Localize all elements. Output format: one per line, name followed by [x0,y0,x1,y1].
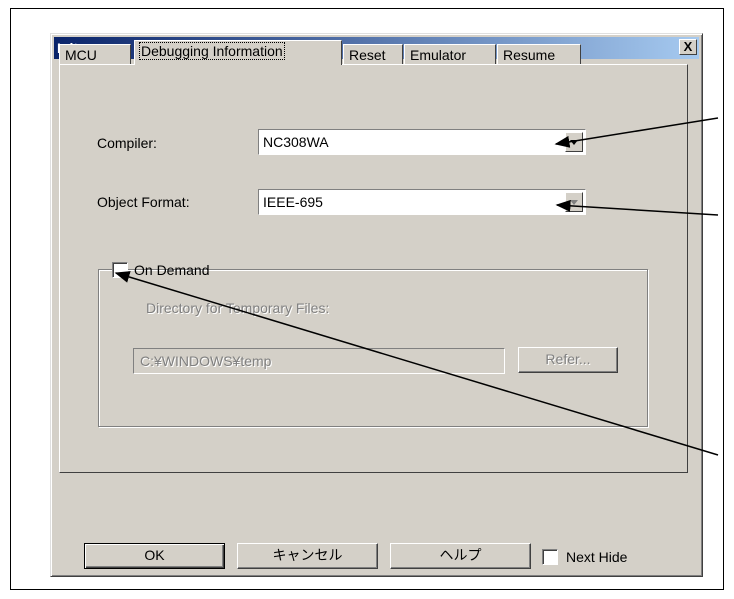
compiler-select[interactable]: NC308WA [258,129,586,155]
close-button[interactable]: X [679,39,697,55]
chevron-down-icon [570,140,578,145]
tab-mcu[interactable]: MCU [59,44,131,64]
on-demand-checkbox[interactable] [112,262,128,278]
on-demand-label: On Demand [134,262,210,278]
tab-label: Emulator [410,47,467,63]
on-demand-header: On Demand [112,260,209,280]
object-format-select[interactable]: IEEE-695 [258,189,586,215]
compiler-value: NC308WA [263,134,329,150]
temp-dir-input[interactable]: C:¥WINDOWS¥temp [133,348,505,374]
tab-label: Reset [349,47,386,63]
tab-reset[interactable]: Reset [343,44,403,64]
ok-button[interactable]: OK [84,543,225,569]
compiler-label: Compiler: [97,135,157,151]
cancel-button[interactable]: キャンセル [237,543,378,569]
temp-dir-label: Directory for Temporary Files: [146,300,330,316]
object-format-label: Object Format: [97,194,190,210]
compiler-dropdown-button[interactable] [565,132,583,152]
next-hide-label: Next Hide [566,549,628,565]
tab-debugging-information[interactable]: Debugging Information [134,40,342,65]
tab-label: Resume [503,47,556,63]
tab-emulator[interactable]: Emulator [404,44,496,64]
close-icon: X [683,39,693,54]
tab-label: Debugging Information [139,42,285,60]
refer-button[interactable]: Refer... [518,347,618,373]
object-format-dropdown-button[interactable] [565,192,583,212]
object-format-value: IEEE-695 [263,194,323,210]
temp-dir-value: C:¥WINDOWS¥temp [140,353,272,369]
chevron-down-icon [570,200,578,205]
ok-label: OK [144,547,165,563]
help-button[interactable]: ヘルプ [390,543,531,569]
refer-label: Refer... [545,351,591,367]
next-hide-checkbox[interactable] [542,549,558,565]
tab-resume[interactable]: Resume [497,44,581,64]
help-label: ヘルプ [439,547,482,563]
tab-label: MCU [65,47,97,63]
cancel-label: キャンセル [272,547,343,563]
